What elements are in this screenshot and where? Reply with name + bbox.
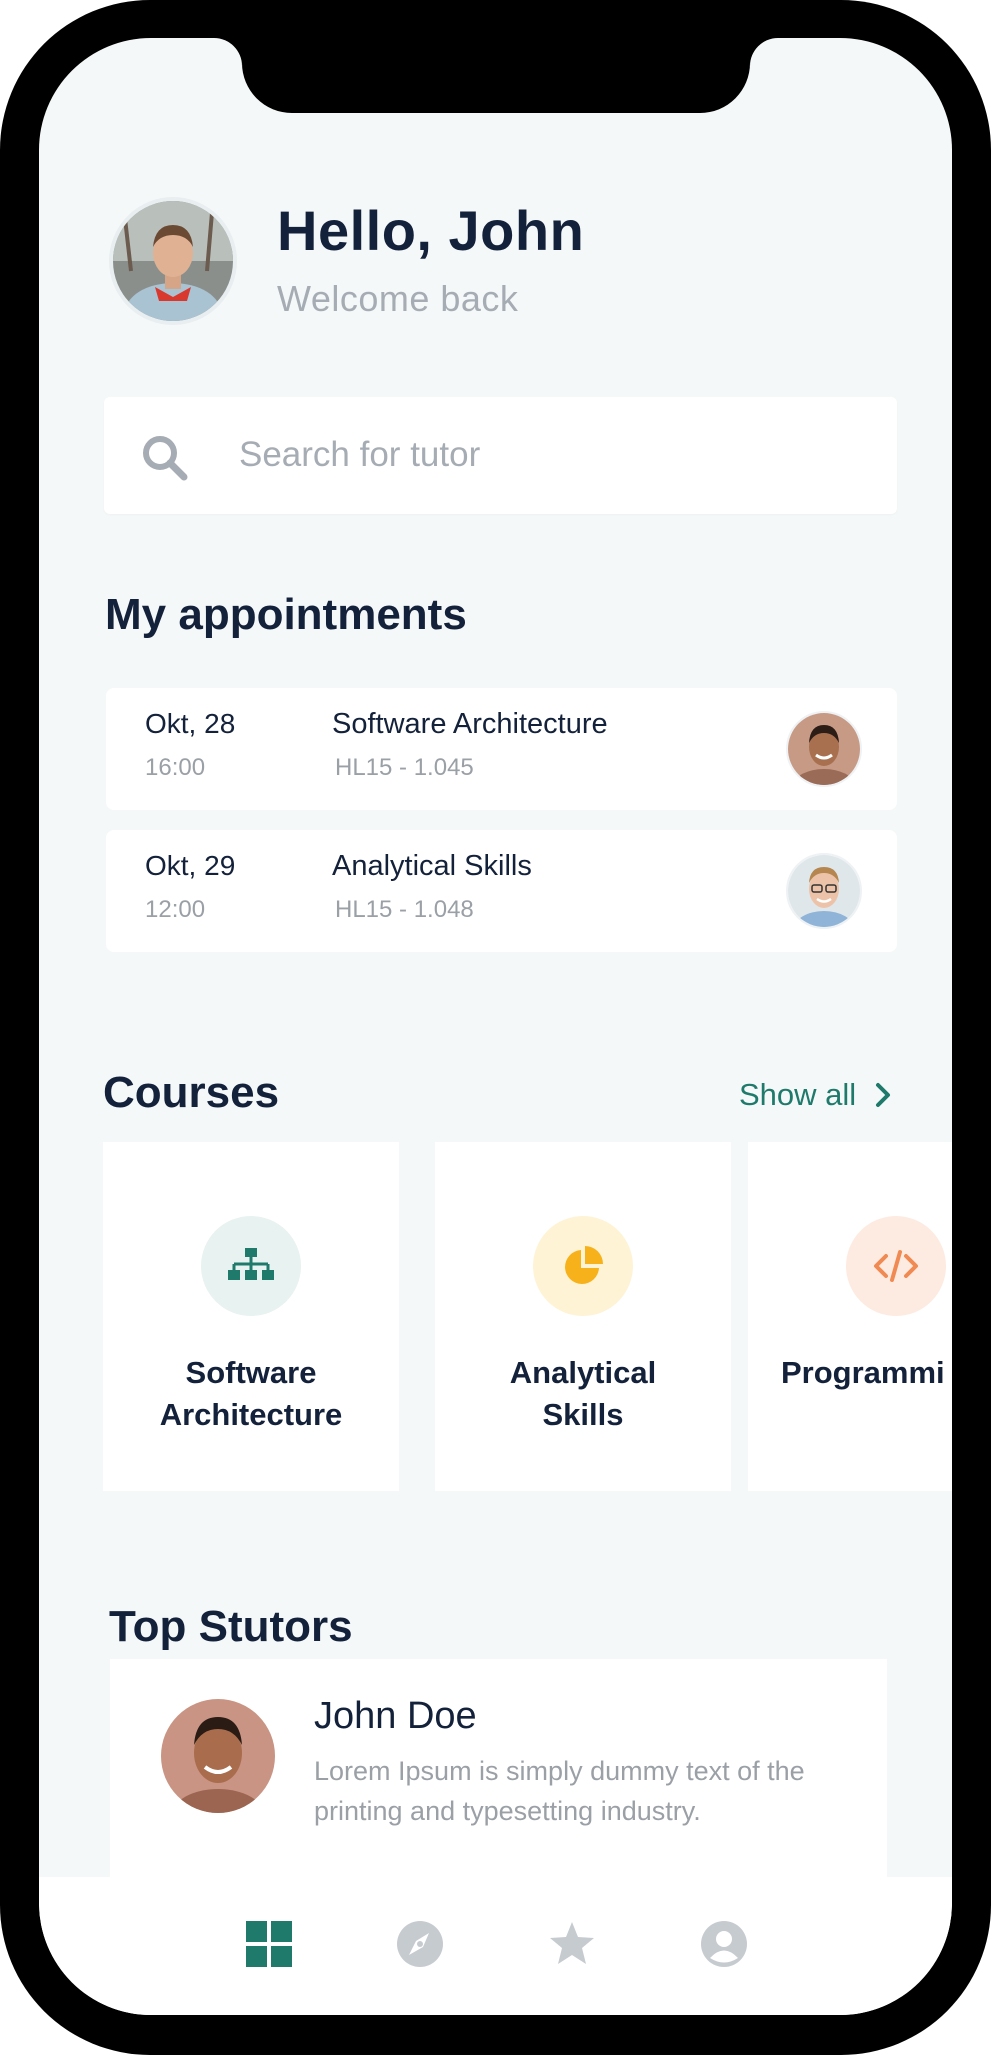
- profile-icon[interactable]: [699, 1919, 749, 1969]
- course-name: Programmi: [781, 1355, 945, 1390]
- course-card-software-architecture[interactable]: Software Architecture: [103, 1142, 399, 1491]
- sitemap-icon: [201, 1216, 301, 1316]
- tutor-description: Lorem Ipsum is simply dummy text of the …: [314, 1756, 805, 1826]
- course-card-programming[interactable]: Programmi: [748, 1142, 952, 1491]
- greeting-title: Hello, John: [277, 199, 585, 262]
- phone-frame: Hello, John Welcome back My appointments…: [0, 0, 991, 2055]
- appointments-title: My appointments: [105, 590, 467, 639]
- course-card-analytical-skills[interactable]: Analytical Skills: [435, 1142, 731, 1491]
- tutor-name: John Doe: [314, 1695, 477, 1737]
- appointment-time: 12:00: [145, 896, 206, 923]
- appointment-course: Software Architecture: [332, 708, 608, 740]
- appointment-room: HL15 - 1.045: [335, 754, 474, 781]
- appointment-card[interactable]: Okt, 28 16:00 Software Architecture HL15…: [106, 688, 897, 810]
- tutor-avatar[interactable]: [786, 853, 862, 929]
- star-icon[interactable]: [547, 1919, 597, 1969]
- search-icon: [143, 436, 188, 481]
- search-bar[interactable]: [104, 397, 897, 514]
- welcome-subtitle: Welcome back: [277, 278, 519, 319]
- courses-title: Courses: [103, 1068, 280, 1117]
- appointment-date: Okt, 29: [145, 850, 236, 881]
- appointment-course: Analytical Skills: [332, 850, 532, 882]
- course-name: Software Architecture: [159, 1355, 343, 1432]
- bottom-navigation: [39, 1877, 952, 2015]
- show-all-label: Show all: [739, 1077, 857, 1112]
- tutor-avatar[interactable]: [786, 711, 862, 787]
- dashboard-icon[interactable]: [244, 1919, 294, 1969]
- appointment-time: 16:00: [145, 754, 206, 781]
- code-icon: [846, 1216, 946, 1316]
- course-name: Analytical Skills: [509, 1355, 657, 1432]
- chevron-right-icon: [876, 1083, 891, 1107]
- appointment-date: Okt, 28: [145, 708, 236, 739]
- device-notch: [214, 38, 778, 113]
- search-input[interactable]: [239, 427, 839, 483]
- compass-icon[interactable]: [395, 1919, 445, 1969]
- user-avatar[interactable]: [109, 197, 237, 325]
- show-all-link[interactable]: Show all: [739, 1077, 892, 1113]
- top-tutors-title: Top Stutors: [109, 1602, 353, 1651]
- appointment-room: HL15 - 1.048: [335, 896, 474, 923]
- app-screen: Hello, John Welcome back My appointments…: [39, 38, 952, 2015]
- tutor-avatar: [161, 1699, 275, 1813]
- pie-chart-icon: [533, 1216, 633, 1316]
- appointment-card[interactable]: Okt, 29 12:00 Analytical Skills HL15 - 1…: [106, 830, 897, 952]
